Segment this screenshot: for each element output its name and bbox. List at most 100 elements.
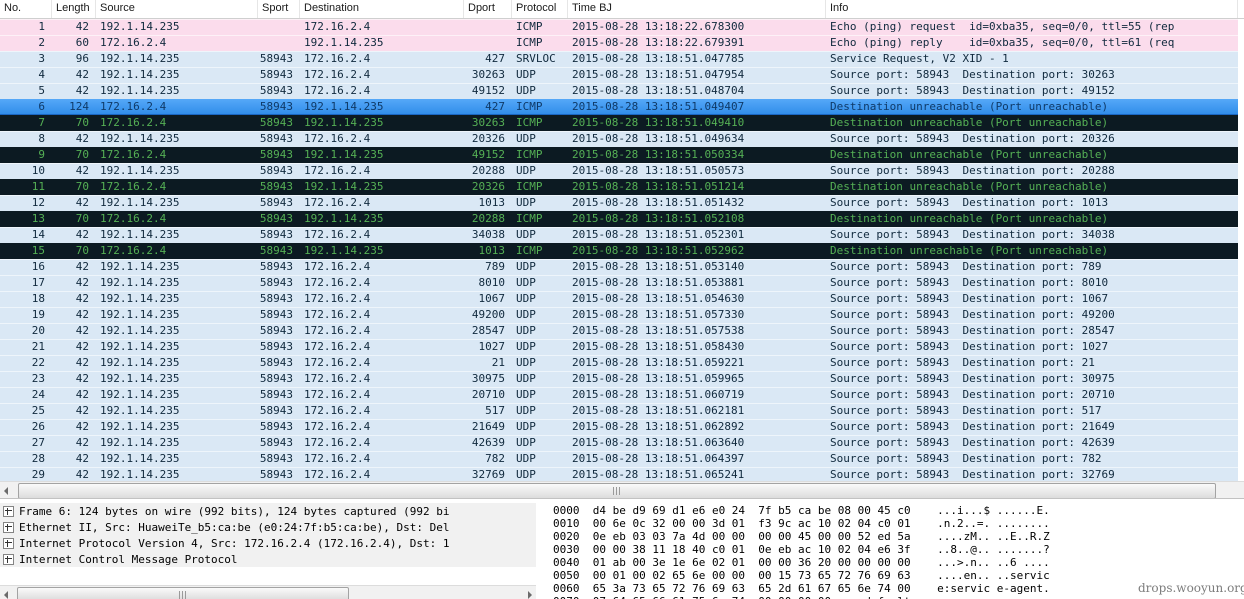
cell-source: 192.1.14.235 xyxy=(100,84,180,97)
cell-destination: 172.16.2.4 xyxy=(304,404,371,417)
cell-dport: 28547 xyxy=(471,324,505,337)
cell-info: Destination unreachable (Port unreachabl… xyxy=(830,148,1109,161)
cell-destination: 172.16.2.4 xyxy=(304,468,371,481)
expand-plus-icon[interactable] xyxy=(3,537,14,549)
cell-protocol: UDP xyxy=(516,436,536,449)
cell-protocol: UDP xyxy=(516,132,536,145)
hex-line[interactable]: 0030 00 00 38 11 18 40 c0 01 0e eb ac 10… xyxy=(553,543,1244,556)
expand-plus-icon[interactable] xyxy=(3,505,14,517)
packet-row[interactable]: 28 42 192.1.14.235 58943 172.16.2.4 782 UDP 201… xyxy=(0,451,1238,467)
cell-destination: 172.16.2.4 xyxy=(304,372,371,385)
packet-row[interactable]: 14 42 192.1.14.235 58943 172.16.2.4 34038 UDP 2… xyxy=(0,227,1238,243)
cell-no: 25 xyxy=(31,404,45,417)
packet-row[interactable]: 3 96 192.1.14.235 58943 172.16.2.4 427 SRVLOC 2… xyxy=(0,51,1238,67)
packet-row[interactable]: 20 42 192.1.14.235 58943 172.16.2.4 28547 UDP 2… xyxy=(0,323,1238,339)
scrollbar-thumb[interactable] xyxy=(17,587,349,599)
cell-no: 13 xyxy=(31,212,45,225)
cell-sport: 58943 xyxy=(259,116,293,129)
cell-info: Source port: 58943 Destination port: 782 xyxy=(830,452,1102,465)
cell-length: 42 xyxy=(75,68,89,81)
details-row[interactable]: Ethernet II, Src: HuaweiTe_b5:ca:be (e0:… xyxy=(0,519,536,535)
hex-line[interactable]: 0040 01 ab 00 3e 1e 6e 02 01 00 00 36 20… xyxy=(553,556,1244,569)
cell-destination: 172.16.2.4 xyxy=(304,420,371,433)
packet-row[interactable]: 7 70 172.16.2.4 58943 192.1.14.235 30263 ICMP 2… xyxy=(0,115,1238,131)
cell-destination: 172.16.2.4 xyxy=(304,164,371,177)
column-header-no[interactable]: No. xyxy=(0,0,52,18)
cell-destination: 192.1.14.235 xyxy=(304,100,384,113)
packet-row[interactable]: 15 70 172.16.2.4 58943 192.1.14.235 1013 ICMP 2… xyxy=(0,243,1238,259)
cell-dport: 782 xyxy=(485,452,505,465)
packet-row[interactable]: 6 124 172.16.2.4 58943 192.1.14.235 427 ICMP 20… xyxy=(0,99,1238,115)
cell-time: 2015-08-28 13:18:51.050334 xyxy=(572,148,745,161)
cell-length: 42 xyxy=(75,324,89,337)
packet-row[interactable]: 4 42 192.1.14.235 58943 172.16.2.4 30263 UDP 20… xyxy=(0,67,1238,83)
cell-sport: 58943 xyxy=(259,276,293,289)
packet-row[interactable]: 11 70 172.16.2.4 58943 192.1.14.235 20326 ICMP… xyxy=(0,179,1238,195)
packet-row[interactable]: 16 42 192.1.14.235 58943 172.16.2.4 789 UDP 201… xyxy=(0,259,1238,275)
packet-row[interactable]: 24 42 192.1.14.235 58943 172.16.2.4 20710 UDP 2… xyxy=(0,387,1238,403)
packet-row[interactable]: 13 70 172.16.2.4 58943 192.1.14.235 20288 ICMP… xyxy=(0,211,1238,227)
scrollbar-thumb[interactable] xyxy=(18,483,1216,499)
cell-sport: 58943 xyxy=(259,84,293,97)
column-header-protocol[interactable]: Protocol xyxy=(512,0,568,18)
hex-line[interactable]: 0070 07 64 65 66 61 75 6c 74 00 00 00 00… xyxy=(553,595,1244,599)
hex-line[interactable]: 0020 0e eb 03 03 7a 4d 00 00 00 00 45 00… xyxy=(553,530,1244,543)
packet-row[interactable]: 21 42 192.1.14.235 58943 172.16.2.4 1027 UDP 20… xyxy=(0,339,1238,355)
packet-row[interactable]: 22 42 192.1.14.235 58943 172.16.2.4 21 UDP 2015… xyxy=(0,355,1238,371)
packet-row[interactable]: 2 60 172.16.2.4 192.1.14.235 ICMP 2015-08-28 … xyxy=(0,35,1238,51)
packet-row[interactable]: 10 42 192.1.14.235 58943 172.16.2.4 20288 UDP 2… xyxy=(0,163,1238,179)
hex-line[interactable]: 0000 d4 be d9 69 d1 e6 e0 24 7f b5 ca be… xyxy=(553,504,1244,517)
packet-row[interactable]: 25 42 192.1.14.235 58943 172.16.2.4 517 UDP 201… xyxy=(0,403,1238,419)
cell-dport: 32769 xyxy=(471,468,505,481)
column-header-destination[interactable]: Destination xyxy=(300,0,464,18)
packet-row[interactable]: 18 42 192.1.14.235 58943 172.16.2.4 1067 UDP 20… xyxy=(0,291,1238,307)
cell-protocol: UDP xyxy=(516,68,536,81)
scroll-left-icon[interactable] xyxy=(0,483,16,498)
column-header-dport[interactable]: Dport xyxy=(464,0,512,18)
packet-row[interactable]: 27 42 192.1.14.235 58943 172.16.2.4 42639 UDP 2… xyxy=(0,435,1238,451)
packet-row[interactable]: 1 42 192.1.14.235 172.16.2.4 ICMP 2015-08-28 … xyxy=(0,19,1238,35)
expand-plus-icon[interactable] xyxy=(3,521,14,533)
column-header-source[interactable]: Source xyxy=(96,0,258,18)
packet-row[interactable]: 5 42 192.1.14.235 58943 172.16.2.4 49152 UDP 20… xyxy=(0,83,1238,99)
cell-sport: 58943 xyxy=(259,388,293,401)
cell-length: 70 xyxy=(75,116,89,129)
column-header-info[interactable]: Info xyxy=(826,0,1238,18)
cell-dport: 30263 xyxy=(471,116,505,129)
scroll-right-icon[interactable] xyxy=(520,587,536,599)
column-header-sport[interactable]: Sport xyxy=(258,0,300,18)
packet-row[interactable]: 12 42 192.1.14.235 58943 172.16.2.4 1013 UDP 20… xyxy=(0,195,1238,211)
cell-sport: 58943 xyxy=(259,420,293,433)
cell-protocol: UDP xyxy=(516,308,536,321)
expand-plus-icon[interactable] xyxy=(3,553,14,565)
packet-row[interactable]: 26 42 192.1.14.235 58943 172.16.2.4 21649 UDP 2… xyxy=(0,419,1238,435)
cell-time: 2015-08-28 13:18:51.049410 xyxy=(572,116,745,129)
cell-info: Source port: 58943 Destination port: 327… xyxy=(830,468,1115,481)
hex-line[interactable]: 0010 00 6e 0c 32 00 00 3d 01 f3 9c ac 10… xyxy=(553,517,1244,530)
cell-length: 42 xyxy=(75,276,89,289)
column-header-length[interactable]: Length xyxy=(52,0,96,18)
cell-length: 42 xyxy=(75,420,89,433)
details-row[interactable]: Frame 6: 124 bytes on wire (992 bits), 1… xyxy=(0,503,536,519)
cell-destination: 172.16.2.4 xyxy=(304,132,371,145)
cell-length: 42 xyxy=(75,356,89,369)
cell-source: 192.1.14.235 xyxy=(100,404,180,417)
packet-row[interactable]: 9 70 172.16.2.4 58943 192.1.14.235 49152 ICMP 2… xyxy=(0,147,1238,163)
packet-row[interactable]: 17 42 192.1.14.235 58943 172.16.2.4 8010 UDP 20… xyxy=(0,275,1238,291)
cell-no: 11 xyxy=(31,180,45,193)
details-hscrollbar[interactable] xyxy=(0,585,536,599)
details-row[interactable]: Internet Control Message Protocol xyxy=(0,551,536,567)
cell-source: 192.1.14.235 xyxy=(100,20,180,33)
cell-dport: 1013 xyxy=(478,196,506,209)
cell-length: 42 xyxy=(75,20,89,33)
packet-row[interactable]: 8 42 192.1.14.235 58943 172.16.2.4 20326 UDP 20… xyxy=(0,131,1238,147)
details-row[interactable]: Internet Protocol Version 4, Src: 172.16… xyxy=(0,535,536,551)
scroll-left-icon[interactable] xyxy=(0,587,16,599)
packet-list-hscrollbar[interactable] xyxy=(0,481,1244,499)
packet-row[interactable]: 19 42 192.1.14.235 58943 172.16.2.4 49200 UDP 2… xyxy=(0,307,1238,323)
column-header-time[interactable]: Time BJ xyxy=(568,0,826,18)
cell-sport: 58943 xyxy=(259,468,293,481)
packet-row[interactable]: 29 42 192.1.14.235 58943 172.16.2.4 32769 UDP 2… xyxy=(0,467,1238,481)
packet-row[interactable]: 23 42 192.1.14.235 58943 172.16.2.4 30975 UDP 2… xyxy=(0,371,1238,387)
cell-length: 42 xyxy=(75,404,89,417)
